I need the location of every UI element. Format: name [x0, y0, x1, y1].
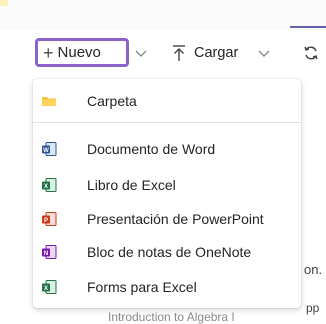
menu-item-label: Bloc de notas de OneNote [87, 244, 252, 260]
upload-button[interactable]: Cargar [171, 40, 238, 66]
sync-icon[interactable] [303, 45, 319, 61]
menu-item-label: Libro de Excel [87, 177, 176, 193]
menu-item-forms-excel[interactable]: X Forms para Excel [33, 272, 301, 302]
menu-item-folder[interactable]: Carpeta [33, 86, 301, 116]
menu-item-label: Forms para Excel [87, 279, 197, 295]
powerpoint-icon: P [42, 212, 57, 226]
svg-text:P: P [44, 218, 48, 224]
plus-icon: + [43, 42, 54, 63]
menu-item-label: Documento de Word [87, 141, 216, 157]
menu-item-powerpoint[interactable]: P Presentación de PowerPoint [33, 204, 301, 234]
svg-text:N: N [44, 251, 48, 257]
upload-icon [173, 45, 185, 61]
top-header-band [0, 0, 326, 30]
forms-excel-icon: X [42, 280, 57, 294]
new-dropdown-menu: Carpeta W Documento de Word X Libro de E… [33, 79, 301, 308]
word-icon: W [42, 142, 57, 156]
menu-item-word[interactable]: W Documento de Word [33, 134, 301, 164]
header-accent [0, 0, 8, 6]
folder-icon [42, 97, 56, 106]
active-tab-indicator [290, 26, 326, 28]
background-text-fragment: on. [304, 262, 323, 277]
background-text-fragment-2: pp [306, 301, 320, 315]
background-list-item: Introduction to Algebra I [108, 310, 235, 324]
new-button-label: Nuevo [57, 44, 101, 61]
menu-divider [33, 122, 301, 123]
excel-icon: X [42, 178, 57, 192]
upload-chevron-down-icon[interactable] [258, 47, 270, 61]
menu-item-label: Presentación de PowerPoint [87, 211, 264, 227]
command-toolbar: + Nuevo Cargar [0, 30, 326, 74]
onenote-icon: N [42, 245, 57, 259]
menu-item-label: Carpeta [87, 93, 137, 109]
chevron-down-icon[interactable] [135, 47, 147, 61]
upload-button-label: Cargar [194, 45, 239, 61]
svg-text:W: W [43, 148, 49, 154]
menu-item-excel[interactable]: X Libro de Excel [33, 170, 301, 200]
new-button[interactable]: + Nuevo [35, 38, 129, 67]
svg-text:X: X [44, 184, 48, 190]
menu-item-onenote[interactable]: N Bloc de notas de OneNote [33, 237, 301, 267]
svg-text:X: X [44, 286, 48, 292]
